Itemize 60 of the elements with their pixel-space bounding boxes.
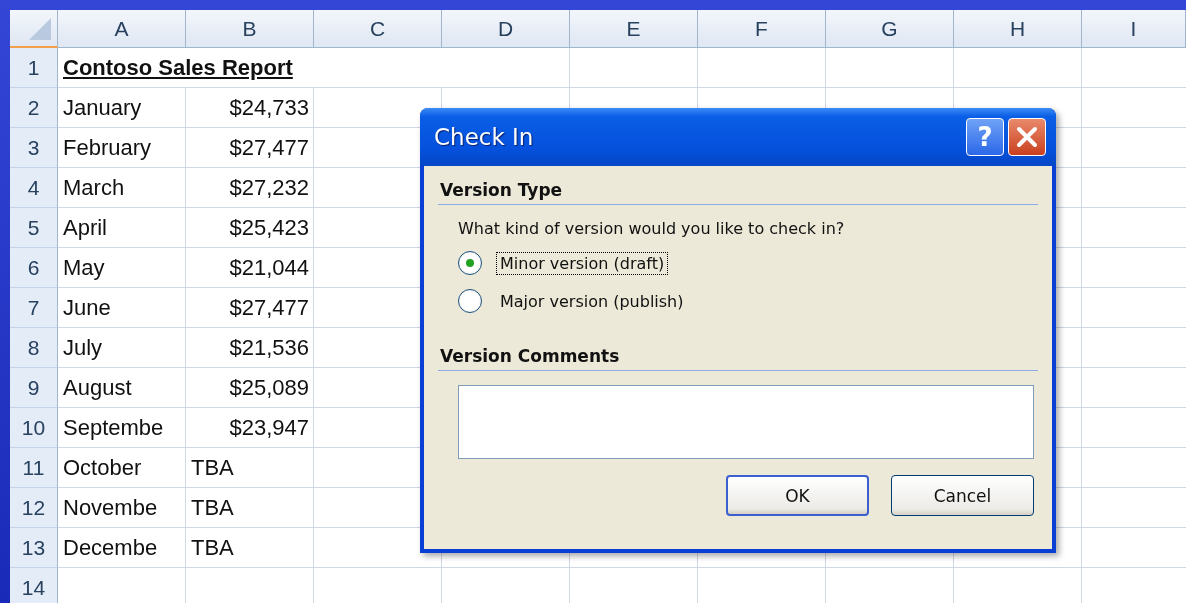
table-cell-text: March [62,174,126,202]
table-cell-text: Decembe [62,534,159,562]
question-text: What kind of version would you like to check in? [458,219,846,238]
close-icon [1015,125,1039,149]
column-header[interactable]: E [570,10,698,48]
row-header[interactable]: 9 [10,368,58,408]
column-header[interactable]: A [58,10,186,48]
radio-button[interactable] [458,251,482,275]
table-cell-text: $27,477 [228,294,310,322]
row-header[interactable]: 10 [10,408,58,448]
table-cell-text: May [62,254,106,282]
column-header[interactable]: H [954,10,1082,48]
radio-button[interactable] [458,289,482,313]
column-header[interactable]: G [826,10,954,48]
column-header[interactable]: I [1082,10,1186,48]
table-cell-text: $24,733 [228,94,310,122]
section-heading: Version Type [438,180,1038,205]
table-cell-text: TBA [190,494,235,522]
row-header[interactable]: 5 [10,208,58,248]
close-button[interactable] [1008,118,1046,156]
table-cell-text: Novembe [62,494,159,522]
table-cell-text: April [62,214,108,242]
dialog-title: Check In [434,124,535,150]
table-cell-text: TBA [190,454,235,482]
dialog-button[interactable]: OK [726,475,869,516]
table-cell-text: October [62,454,143,482]
comments-field[interactable] [458,385,1034,459]
option-label[interactable]: Minor version (draft) [496,251,669,275]
table-cell-text: Septembe [62,414,165,442]
table-cell-text: $25,089 [228,374,310,402]
row-header[interactable]: 6 [10,248,58,288]
table-cell-text: TBA [190,534,235,562]
row-header[interactable]: 7 [10,288,58,328]
row-header[interactable]: 8 [10,328,58,368]
row-header[interactable]: 12 [10,488,58,528]
section-heading: Version Comments [438,346,1038,371]
table-cell-text: June [62,294,112,322]
row-header[interactable]: 2 [10,88,58,128]
row-header[interactable]: 3 [10,128,58,168]
table-cell-text: $25,423 [228,214,310,242]
table-cell-text: August [62,374,133,402]
row-header[interactable]: 13 [10,528,58,568]
column-header[interactable]: B [186,10,314,48]
table-cell-text: $27,477 [228,134,310,162]
table-cell-text: July [62,334,104,362]
table-cell-text: $23,947 [228,414,310,442]
table-cell-text: February [62,134,153,162]
table-cell-text: $21,536 [228,334,310,362]
table-cell-text: January [62,94,143,122]
row-header[interactable]: 11 [10,448,58,488]
row-header[interactable]: 4 [10,168,58,208]
table-cell-text: $21,044 [228,254,310,282]
table-cell-text: $27,232 [228,174,310,202]
row-header[interactable]: 14 [10,568,58,603]
column-header[interactable]: F [698,10,826,48]
option-label[interactable]: Major version (publish) [496,289,688,313]
dialog-button[interactable]: Cancel [891,475,1034,516]
column-header[interactable]: C [314,10,442,48]
row-header[interactable]: 1 [10,48,58,88]
column-header[interactable]: D [442,10,570,48]
